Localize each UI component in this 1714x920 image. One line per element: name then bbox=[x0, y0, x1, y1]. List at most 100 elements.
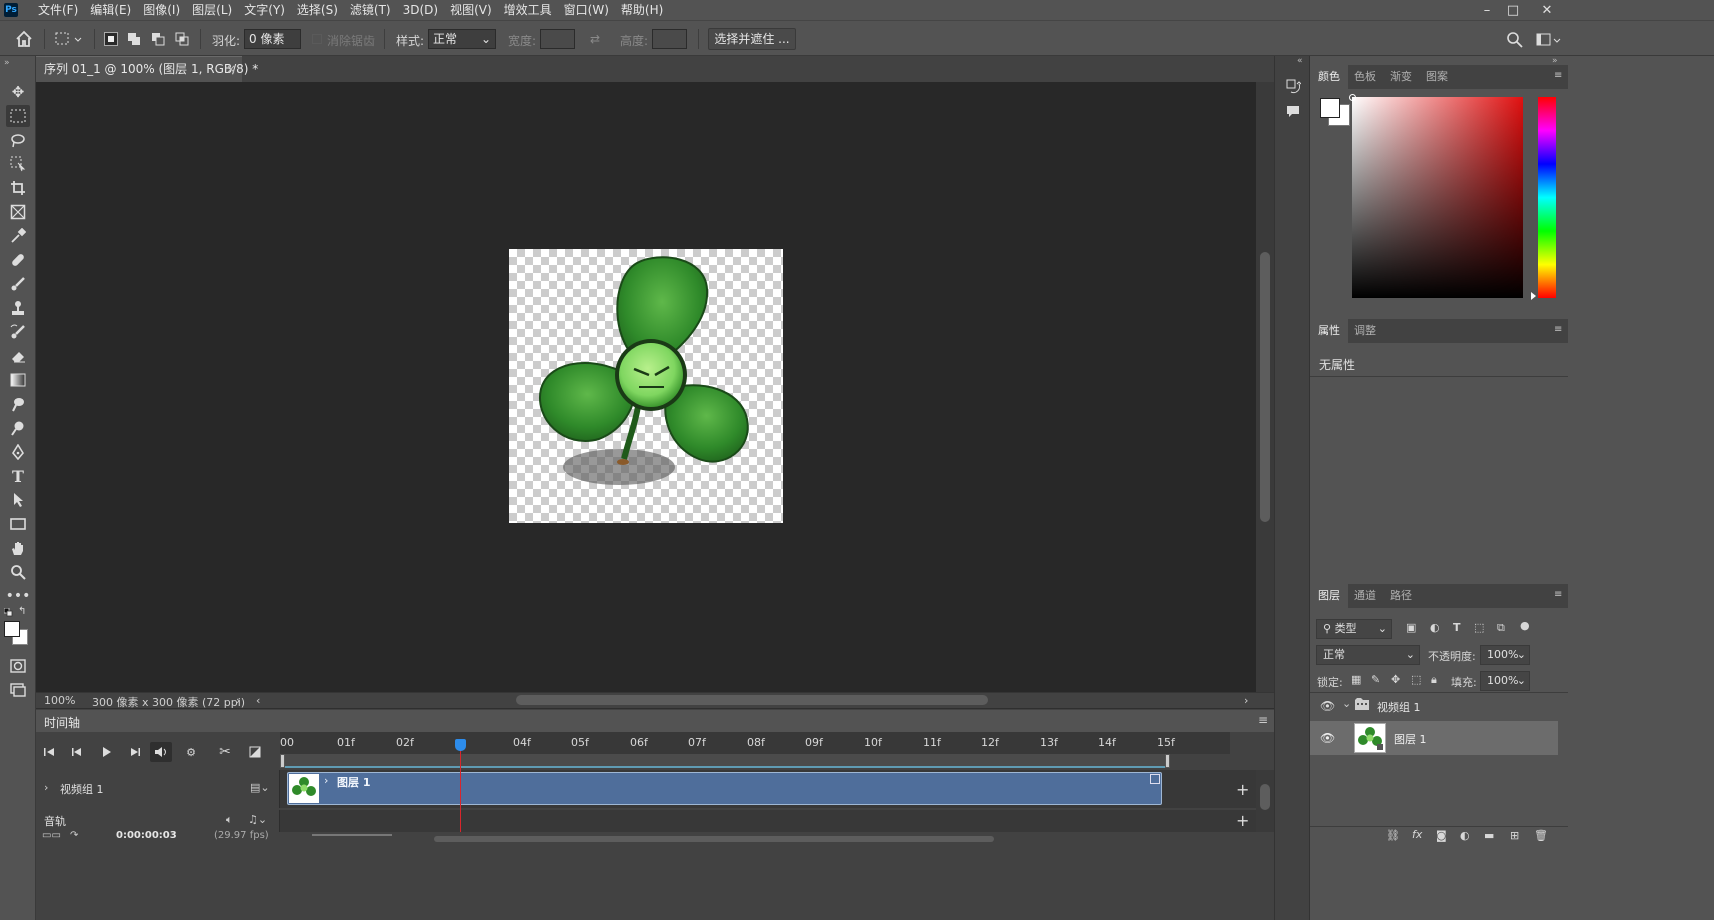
work-area-start-handle[interactable] bbox=[280, 754, 285, 768]
transition-icon[interactable] bbox=[244, 742, 266, 762]
delete-layer-icon[interactable]: 🗑︎ bbox=[1534, 829, 1548, 842]
history-brush-tool-icon[interactable] bbox=[6, 321, 30, 343]
menu-layer[interactable]: 图层(L) bbox=[186, 0, 238, 20]
document-tab[interactable]: 序列 01_1 @ 100% (图层 1, RGB/8) * × bbox=[36, 56, 258, 82]
timeline-menu-icon[interactable]: ≡ bbox=[1258, 713, 1268, 727]
adjustment-layer-filter-icon[interactable]: ◐ bbox=[1430, 621, 1440, 634]
film-strip-icon[interactable]: ▤⌄ bbox=[250, 781, 270, 794]
antialias-checkbox[interactable] bbox=[312, 34, 322, 44]
scroll-right-icon[interactable]: › bbox=[1244, 694, 1248, 707]
tab-gradients[interactable]: 渐变 bbox=[1382, 65, 1420, 89]
tab-swatches[interactable]: 色板 bbox=[1346, 65, 1384, 89]
scroll-left-icon[interactable]: ‹ bbox=[256, 694, 260, 707]
hand-tool-icon[interactable] bbox=[6, 537, 30, 559]
default-colors-icon[interactable] bbox=[4, 608, 13, 617]
type-layer-filter-icon[interactable]: T bbox=[1453, 621, 1461, 634]
eyedropper-tool-icon[interactable] bbox=[6, 225, 30, 247]
tab-adjustments[interactable]: 调整 bbox=[1346, 319, 1384, 343]
opacity-input[interactable]: 100% ⌄ bbox=[1480, 645, 1530, 665]
dodge-tool-icon[interactable] bbox=[6, 417, 30, 439]
add-audio-icon[interactable]: + bbox=[1236, 811, 1249, 830]
frame-tool-icon[interactable] bbox=[6, 201, 30, 223]
layer-clip[interactable]: › 图层 1 bbox=[287, 772, 1162, 805]
swap-colors-icon[interactable]: ↰ bbox=[18, 606, 26, 617]
timeline-horizontal-scroll-thumb[interactable] bbox=[434, 836, 994, 842]
height-input[interactable] bbox=[652, 29, 687, 49]
layers-panel-menu-icon[interactable]: ≡ bbox=[1554, 590, 1564, 600]
fx-icon[interactable]: fx bbox=[1412, 828, 1422, 841]
path-selection-tool-icon[interactable] bbox=[6, 489, 30, 511]
add-selection-icon[interactable] bbox=[127, 32, 141, 46]
menu-select[interactable]: 选择(S) bbox=[291, 0, 344, 20]
rectangle-tool-icon[interactable] bbox=[6, 513, 30, 535]
smart-object-filter-icon[interactable]: ⧉ bbox=[1497, 621, 1505, 635]
hue-slider-handle[interactable] bbox=[1531, 292, 1536, 300]
new-adjustment-layer-icon[interactable]: ◐ bbox=[1460, 829, 1470, 842]
work-area-bar[interactable] bbox=[280, 754, 1170, 768]
clip-chevron-icon[interactable]: › bbox=[324, 774, 328, 787]
collapse-dock-icon[interactable]: « bbox=[1297, 56, 1303, 66]
menu-3d[interactable]: 3D(D) bbox=[397, 0, 444, 20]
gradient-tool-icon[interactable] bbox=[6, 369, 30, 391]
menu-help[interactable]: 帮助(H) bbox=[615, 0, 669, 20]
chevron-right-icon[interactable]: › bbox=[44, 781, 48, 794]
lock-all-icon[interactable]: 🔒︎ bbox=[1431, 673, 1437, 687]
comments-panel-icon[interactable] bbox=[1285, 104, 1301, 120]
healing-brush-tool-icon[interactable] bbox=[6, 249, 30, 271]
status-info-chevron-icon[interactable]: › bbox=[236, 694, 240, 707]
first-frame-icon[interactable] bbox=[38, 742, 60, 762]
more-tools-icon[interactable]: ••• bbox=[6, 585, 31, 607]
clone-stamp-tool-icon[interactable] bbox=[6, 297, 30, 319]
color-picker-cursor[interactable] bbox=[1349, 94, 1356, 101]
home-icon[interactable] bbox=[14, 30, 34, 48]
foreground-color-swatch[interactable] bbox=[4, 621, 20, 637]
style-select[interactable]: 正常 ⌄ bbox=[428, 29, 496, 49]
canvas-vertical-scrollbar[interactable] bbox=[1256, 82, 1274, 692]
subtract-selection-icon[interactable] bbox=[151, 32, 165, 46]
layer-row-video-group[interactable]: 👁︎ ⌄ 视频组 1 bbox=[1310, 693, 1558, 721]
render-video-icon[interactable]: ↷ bbox=[70, 830, 78, 841]
hue-slider[interactable] bbox=[1531, 97, 1556, 300]
menu-edit[interactable]: 编辑(E) bbox=[84, 0, 137, 20]
fill-input[interactable]: 100% ⌄ bbox=[1480, 671, 1530, 691]
menu-image[interactable]: 图像(I) bbox=[137, 0, 186, 20]
shape-layer-filter-icon[interactable]: ⬚ bbox=[1474, 621, 1484, 634]
add-media-icon[interactable]: + bbox=[1236, 780, 1249, 799]
minimize-button[interactable]: – bbox=[1474, 0, 1500, 20]
menu-filter[interactable]: 滤镜(T) bbox=[344, 0, 397, 20]
timeline-zoom-slider[interactable] bbox=[312, 834, 392, 836]
pen-tool-icon[interactable] bbox=[6, 441, 30, 463]
object-select-tool-icon[interactable] bbox=[6, 153, 30, 175]
lasso-tool-icon[interactable] bbox=[6, 129, 30, 151]
collapse-toolbar-icon[interactable]: » bbox=[4, 58, 10, 68]
smudge-tool-icon[interactable] bbox=[6, 393, 30, 415]
play-icon[interactable] bbox=[96, 742, 118, 762]
close-tab-icon[interactable]: × bbox=[226, 57, 236, 81]
feather-input[interactable]: 0 像素 bbox=[244, 29, 301, 49]
document-canvas[interactable] bbox=[509, 249, 783, 523]
chevron-down-icon[interactable]: ⌄ bbox=[1342, 697, 1351, 710]
visibility-eye-icon[interactable]: 👁︎ bbox=[1320, 699, 1335, 713]
workspace-icon[interactable] bbox=[1536, 31, 1562, 49]
clip-end-handle-icon[interactable] bbox=[1150, 774, 1160, 784]
lock-artboard-icon[interactable]: ⬚ bbox=[1411, 673, 1421, 686]
menu-file[interactable]: 文件(F) bbox=[32, 0, 84, 20]
search-icon[interactable] bbox=[1506, 31, 1524, 49]
lock-pixels-icon[interactable]: ✎ bbox=[1371, 673, 1380, 686]
horizontal-scroll-thumb[interactable] bbox=[516, 695, 988, 705]
lock-position-icon[interactable]: ✥ bbox=[1391, 673, 1400, 686]
video-group-track-header[interactable]: › 视频组 1 ▤⌄ bbox=[36, 770, 280, 808]
add-mask-icon[interactable]: ◙ bbox=[1436, 829, 1447, 842]
menu-view[interactable]: 视图(V) bbox=[444, 0, 498, 20]
playhead-handle[interactable] bbox=[455, 739, 466, 751]
swap-dimensions-icon[interactable]: ⇄ bbox=[590, 32, 606, 46]
color-picker-field[interactable] bbox=[1349, 94, 1523, 298]
zoom-level[interactable]: 100% bbox=[44, 694, 75, 707]
menu-window[interactable]: 窗口(W) bbox=[558, 0, 615, 20]
move-tool-icon[interactable]: ✥ bbox=[6, 81, 30, 103]
intersect-selection-icon[interactable] bbox=[175, 32, 189, 46]
tab-channels[interactable]: 通道 bbox=[1346, 584, 1384, 608]
blend-mode-select[interactable]: 正常 ⌄ bbox=[1316, 645, 1420, 665]
playback-settings-icon[interactable]: ⚙ bbox=[180, 742, 202, 762]
new-layer-icon[interactable]: ⊞ bbox=[1510, 829, 1519, 842]
